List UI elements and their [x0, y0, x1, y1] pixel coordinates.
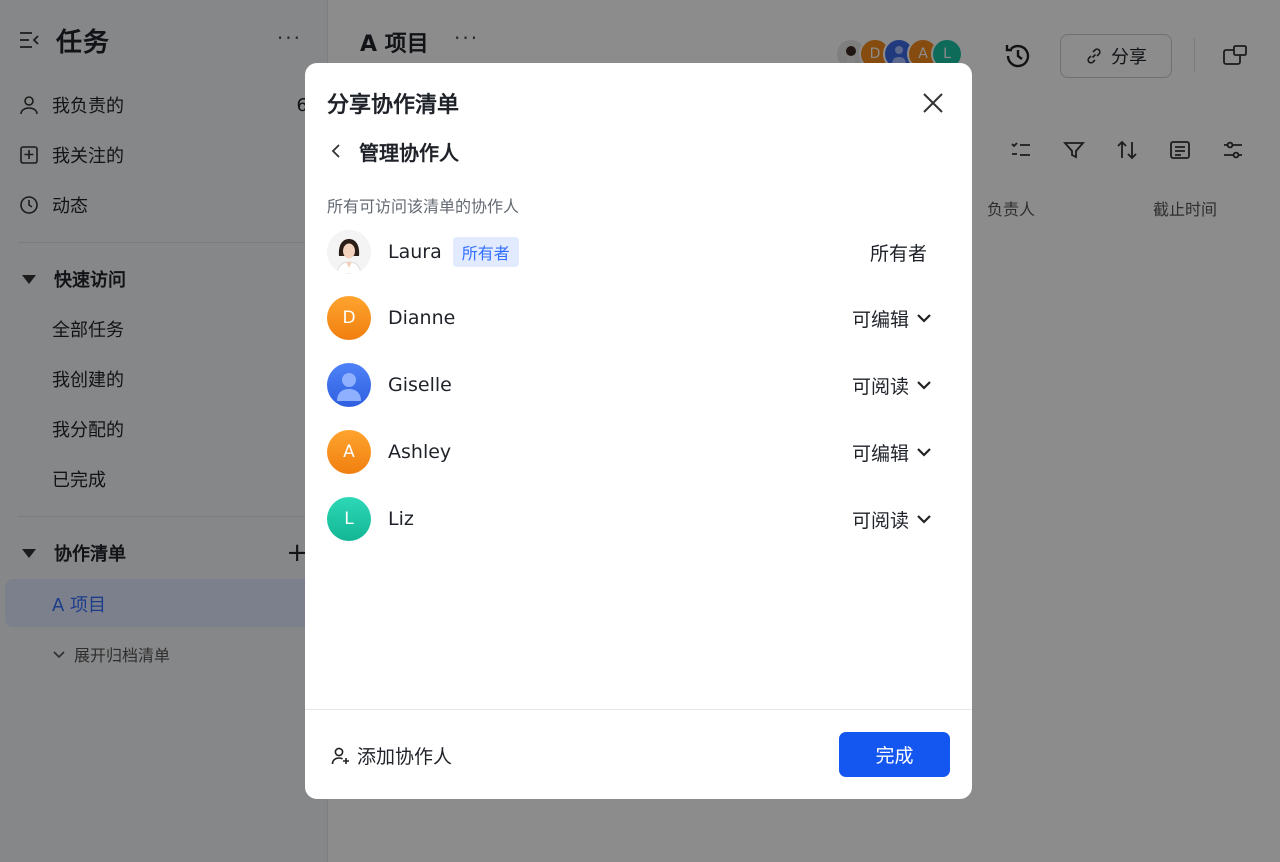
- close-icon[interactable]: [919, 89, 947, 117]
- collaborator-row: Giselle 可阅读: [327, 362, 933, 408]
- collaborator-name: Laura: [388, 241, 442, 263]
- collaborator-name: Ashley: [388, 441, 452, 463]
- permission-label: 可编辑: [851, 442, 909, 465]
- permission-dropdown[interactable]: 可阅读: [852, 506, 933, 533]
- collaborator-row: A Ashley 可编辑: [327, 429, 933, 475]
- owner-badge: 所有者: [452, 237, 519, 267]
- permission-label: 所有者: [869, 242, 927, 265]
- collaborator-row: D Dianne 可编辑: [327, 295, 933, 341]
- collaborator-name: Dianne: [388, 307, 456, 329]
- divider: [305, 709, 972, 710]
- chevron-left-icon: [331, 144, 340, 158]
- permission-label: 可阅读: [851, 509, 909, 532]
- add-collaborator-button[interactable]: 添加协作人: [331, 742, 452, 769]
- avatar: D: [327, 296, 371, 340]
- chevron-down-icon: [917, 515, 931, 524]
- collaborator-name: Liz: [388, 508, 414, 530]
- back-label: 管理协作人: [359, 140, 459, 165]
- chevron-down-icon: [917, 381, 931, 390]
- permission-dropdown[interactable]: 可编辑: [852, 439, 933, 466]
- collaborator-row: Laura 所有者 所有者: [327, 229, 933, 275]
- back-button[interactable]: 管理协作人: [327, 137, 459, 165]
- collaborator-row: L Liz 可阅读: [327, 496, 933, 542]
- collaborators-subtitle: 所有可访问该清单的协作人: [327, 197, 520, 216]
- avatar: [327, 363, 371, 407]
- dialog-title: 分享协作清单: [327, 93, 460, 118]
- avatar: L: [327, 497, 371, 541]
- permission-label: 可阅读: [851, 375, 909, 398]
- avatar: [327, 230, 371, 274]
- avatar: A: [327, 430, 371, 474]
- done-button[interactable]: 完成: [839, 732, 950, 777]
- permission-dropdown[interactable]: 可阅读: [852, 372, 933, 399]
- add-person-icon: [331, 747, 349, 764]
- permission-dropdown[interactable]: 可编辑: [852, 305, 933, 332]
- chevron-down-icon: [917, 448, 931, 457]
- collaborator-name: Giselle: [388, 374, 452, 396]
- chevron-down-icon: [917, 314, 931, 323]
- share-dialog: 分享协作清单 管理协作人 所有可访问该清单的协作人 Laura 所有者 所有者 …: [305, 63, 972, 799]
- add-collaborator-label: 添加协作人: [357, 746, 453, 768]
- permission-label: 可编辑: [851, 308, 909, 331]
